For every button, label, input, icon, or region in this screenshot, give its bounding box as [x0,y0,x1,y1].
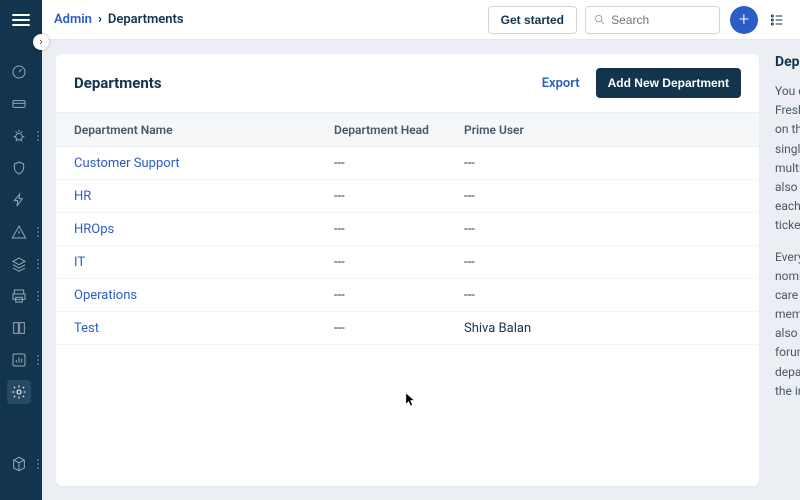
main-area: Admin › Departments Get started + Depart… [42,0,800,500]
activity-list-button[interactable] [766,9,788,31]
dept-head-cell: --- [334,189,464,204]
dept-name-link[interactable]: Customer Support [74,156,334,171]
nav-item-layers[interactable] [0,248,42,280]
nav-item-ticket[interactable] [0,88,42,120]
dept-prime-cell: --- [464,288,741,303]
bolt-icon [11,192,27,208]
add-new-department-button[interactable]: Add New Department [596,68,741,98]
left-sidebar: › [0,0,42,500]
nav-item-book[interactable] [0,312,42,344]
nav-icon-list [0,56,42,408]
nav-item-cube[interactable] [0,448,42,480]
topbar: Admin › Departments Get started + [42,0,800,40]
book-icon [11,320,27,336]
dept-name-link[interactable]: Test [74,321,334,336]
page-title: Departments [74,74,162,92]
dept-name-link[interactable]: Operations [74,288,334,303]
menu-toggle[interactable] [0,6,42,34]
table-row: Customer Support------ [56,147,759,180]
col-header-name: Department Name [74,123,334,137]
side-panel-text-1: You can group your agents in Freshservic… [775,82,800,236]
search-input[interactable] [611,13,711,27]
get-started-button[interactable]: Get started [488,6,577,34]
dept-head-cell: --- [334,156,464,171]
search-input-wrap[interactable] [585,6,720,34]
dept-name-link[interactable]: IT [74,255,334,270]
nav-item-bug[interactable] [0,120,42,152]
dept-prime-cell: Shiva Balan [464,321,741,336]
export-button[interactable]: Export [542,76,580,91]
departments-card: Departments Export Add New Department De… [56,54,759,486]
table-body: Customer Support------HR------HROps-----… [56,147,759,345]
side-panel-title: Departments [775,54,800,70]
nav-item-dashboard[interactable] [0,56,42,88]
breadcrumb: Admin › Departments [54,12,184,27]
print-icon [11,288,27,304]
dashboard-icon [11,64,27,80]
dept-prime-cell: --- [464,156,741,171]
dept-prime-cell: --- [464,189,741,204]
table-row: Test---Shiva Balan [56,312,759,345]
table-row: Operations------ [56,279,759,312]
dept-head-cell: --- [334,288,464,303]
bug-icon [11,128,27,144]
dept-name-link[interactable]: HR [74,189,334,204]
chevron-right-icon: › [98,12,102,27]
nav-item-bolt[interactable] [0,184,42,216]
dept-head-cell: --- [334,321,464,336]
layers-icon [11,256,27,272]
nav-item-gear[interactable] [0,376,42,408]
dept-head-cell: --- [334,255,464,270]
side-panel-text-2: Every department can have a nominated pr… [775,248,800,402]
col-header-prime: Prime User [464,123,741,137]
chart-icon [11,352,27,368]
dept-head-cell: --- [334,222,464,237]
expand-sidebar-button[interactable]: › [33,34,49,50]
table-row: HR------ [56,180,759,213]
nav-item-chart[interactable] [0,344,42,376]
search-icon [594,13,605,26]
dept-prime-cell: --- [464,222,741,237]
departments-table: Department Name Department Head Prime Us… [56,113,759,345]
table-header: Department Name Department Head Prime Us… [56,113,759,147]
new-button[interactable]: + [730,6,758,34]
shield-icon [11,160,27,176]
nav-item-shield[interactable] [0,152,42,184]
breadcrumb-current: Departments [108,12,184,27]
table-row: HROps------ [56,213,759,246]
gear-icon [11,384,27,400]
dept-name-link[interactable]: HROps [74,222,334,237]
table-row: IT------ [56,246,759,279]
ticket-icon [11,96,27,112]
nav-item-print[interactable] [0,280,42,312]
nav-item-alert[interactable] [0,216,42,248]
col-header-head: Department Head [334,123,464,137]
info-side-panel: Departments You can group your agents in… [775,54,800,486]
dept-prime-cell: --- [464,255,741,270]
alert-icon [11,224,27,240]
breadcrumb-root[interactable]: Admin [54,12,92,27]
